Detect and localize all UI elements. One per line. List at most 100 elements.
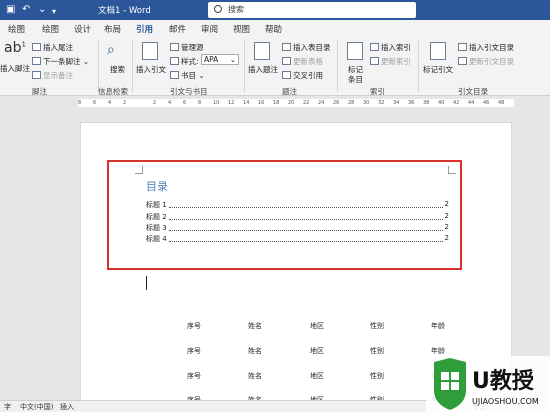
- citation-style-select[interactable]: APA ⌄: [201, 54, 239, 65]
- table-cell[interactable]: 序号: [187, 371, 201, 381]
- horizontal-ruler[interactable]: 8 6 4 2 2 4 6 8 10 12 14 16 18 20 22 24 26 28 30 32 34 36 38 40…: [0, 98, 550, 108]
- language-indicator[interactable]: 中文(中国): [20, 402, 53, 412]
- citation-style-label: 样式:: [170, 56, 199, 67]
- ruler-mark: 28: [348, 100, 355, 106]
- ruler-mark: 46: [483, 100, 490, 106]
- tab-draw-1[interactable]: 绘图: [8, 23, 25, 35]
- title-bar: ▣ ↶ ⌄ ▾ 文档1 - Word 搜索: [0, 0, 550, 20]
- group-separator: [418, 40, 419, 92]
- bibliography-icon: [170, 71, 179, 79]
- table-cell[interactable]: 序号: [187, 346, 201, 356]
- ruler-mark: 32: [378, 100, 385, 106]
- insert-toa-icon: [458, 43, 467, 51]
- insert-footnote-button[interactable]: 插入脚注: [0, 63, 30, 74]
- table-cell[interactable]: 地区: [310, 346, 324, 356]
- update-toa-icon: [458, 57, 467, 65]
- update-table-button[interactable]: 更新表格: [282, 56, 323, 67]
- manage-sources-icon: [170, 43, 179, 51]
- search-input[interactable]: 搜索: [208, 2, 416, 18]
- toc-entry[interactable]: 标题 12: [146, 200, 449, 210]
- tab-draw-2[interactable]: 绘图: [42, 23, 59, 35]
- save-icon[interactable]: ▣: [6, 3, 15, 17]
- ruler-mark: 20: [288, 100, 295, 106]
- tab-mailings[interactable]: 邮件: [169, 23, 186, 35]
- group-separator: [98, 40, 99, 92]
- insert-citation-button[interactable]: 插入引文: [136, 64, 166, 75]
- table-cell[interactable]: 性别: [370, 346, 384, 356]
- ribbon-references: ab1 插入脚注 插入尾注 下一条脚注 ⌄ 显示备注 脚注 ⌕ 搜索 信息检索 …: [0, 36, 550, 96]
- research-search-button[interactable]: 搜索: [110, 64, 125, 75]
- bibliography-button[interactable]: 书目 ⌄: [170, 70, 205, 81]
- mark-citation-icon: [430, 42, 446, 60]
- ruler-mark: 40: [438, 100, 445, 106]
- customize-quick-access-icon[interactable]: ▾: [52, 5, 56, 19]
- ruler-mark: 14: [243, 100, 250, 106]
- table-cell[interactable]: 年龄: [431, 346, 445, 356]
- tab-design[interactable]: 设计: [74, 23, 91, 35]
- group-label-toa: 引文目录: [458, 87, 488, 96]
- insert-table-of-figures-button[interactable]: 插入表目录: [282, 42, 331, 53]
- toc-entry[interactable]: 标题 42: [146, 234, 449, 244]
- tab-view[interactable]: 视图: [233, 23, 250, 35]
- undo-icon[interactable]: ↶: [22, 3, 30, 17]
- tab-help[interactable]: 帮助: [265, 23, 282, 35]
- table-cell[interactable]: 姓名: [248, 346, 262, 356]
- table-cell[interactable]: 年龄: [431, 321, 445, 331]
- ruler-mark: 44: [468, 100, 475, 106]
- insert-citation-icon: [142, 42, 158, 60]
- update-index-button[interactable]: 更新索引: [370, 56, 411, 67]
- ruler-mark: 24: [318, 100, 325, 106]
- search-placeholder: 搜索: [228, 5, 244, 14]
- insert-mode[interactable]: 插入: [60, 402, 74, 412]
- table-cell[interactable]: 地区: [310, 371, 324, 381]
- toc-entry[interactable]: 标题 32: [146, 223, 449, 233]
- update-index-icon: [370, 57, 379, 65]
- group-separator: [337, 40, 338, 92]
- group-label-footnotes: 脚注: [32, 87, 47, 96]
- table-cell[interactable]: 姓名: [248, 321, 262, 331]
- show-notes-button[interactable]: 显示备注: [32, 70, 73, 81]
- ruler-mark: 36: [408, 100, 415, 106]
- group-separator: [132, 40, 133, 92]
- group-label-citations: 引文与书目: [170, 87, 208, 96]
- group-label-index: 索引: [370, 87, 385, 96]
- ruler-mark: 4: [108, 100, 112, 106]
- ruler-mark: 6: [183, 100, 187, 106]
- ruler-mark: 30: [363, 100, 370, 106]
- ruler-mark: 8: [198, 100, 202, 106]
- update-toa-button[interactable]: 更新引文目录: [458, 56, 514, 67]
- watermark-logo: U教授 UJIAOSHOU.COM: [426, 356, 550, 412]
- group-label-captions: 题注: [282, 87, 297, 96]
- ruler-mark: 42: [453, 100, 460, 106]
- insert-index-button[interactable]: 插入索引: [370, 42, 411, 53]
- insert-endnote-button[interactable]: 插入尾注: [32, 42, 73, 53]
- ruler-mark: 38: [423, 100, 430, 106]
- cross-reference-button[interactable]: 交叉引用: [282, 70, 323, 81]
- group-separator: [244, 40, 245, 92]
- table-cell[interactable]: 性别: [370, 321, 384, 331]
- mark-entry-button-line2[interactable]: 条目: [348, 74, 363, 85]
- next-footnote-button[interactable]: 下一条脚注 ⌄: [32, 56, 89, 67]
- chevron-down-icon: ⌄: [229, 55, 236, 64]
- word-count[interactable]: 字: [4, 402, 11, 412]
- tab-review[interactable]: 审阅: [201, 23, 218, 35]
- manage-sources-button[interactable]: 管理源: [170, 42, 204, 53]
- ruler-mark: 18: [273, 100, 280, 106]
- insert-caption-button[interactable]: 插入题注: [248, 64, 278, 75]
- insert-toa-button[interactable]: 插入引文目录: [458, 42, 514, 53]
- tab-layout[interactable]: 布局: [104, 23, 121, 35]
- ruler-ticks: 8 6 4 2 2 4 6 8 10 12 14 16 18 20 22 24 26 28 30 32 34 36 38 40…: [78, 99, 514, 107]
- toc-title: 目录: [146, 180, 168, 193]
- table-cell[interactable]: 姓名: [248, 371, 262, 381]
- toc-entry[interactable]: 标题 22: [146, 212, 449, 222]
- table-cell[interactable]: 序号: [187, 321, 201, 331]
- ruler-mark: 2: [153, 100, 157, 106]
- ruler-mark: 16: [258, 100, 265, 106]
- watermark-brand: U教授: [472, 368, 535, 394]
- ruler-mark: 4: [168, 100, 172, 106]
- redo-icon[interactable]: ⌄: [38, 3, 46, 17]
- mark-citation-button[interactable]: 标记引文: [423, 64, 453, 75]
- tab-references[interactable]: 引用: [136, 23, 154, 38]
- table-cell[interactable]: 地区: [310, 321, 324, 331]
- table-cell[interactable]: 性别: [370, 371, 384, 381]
